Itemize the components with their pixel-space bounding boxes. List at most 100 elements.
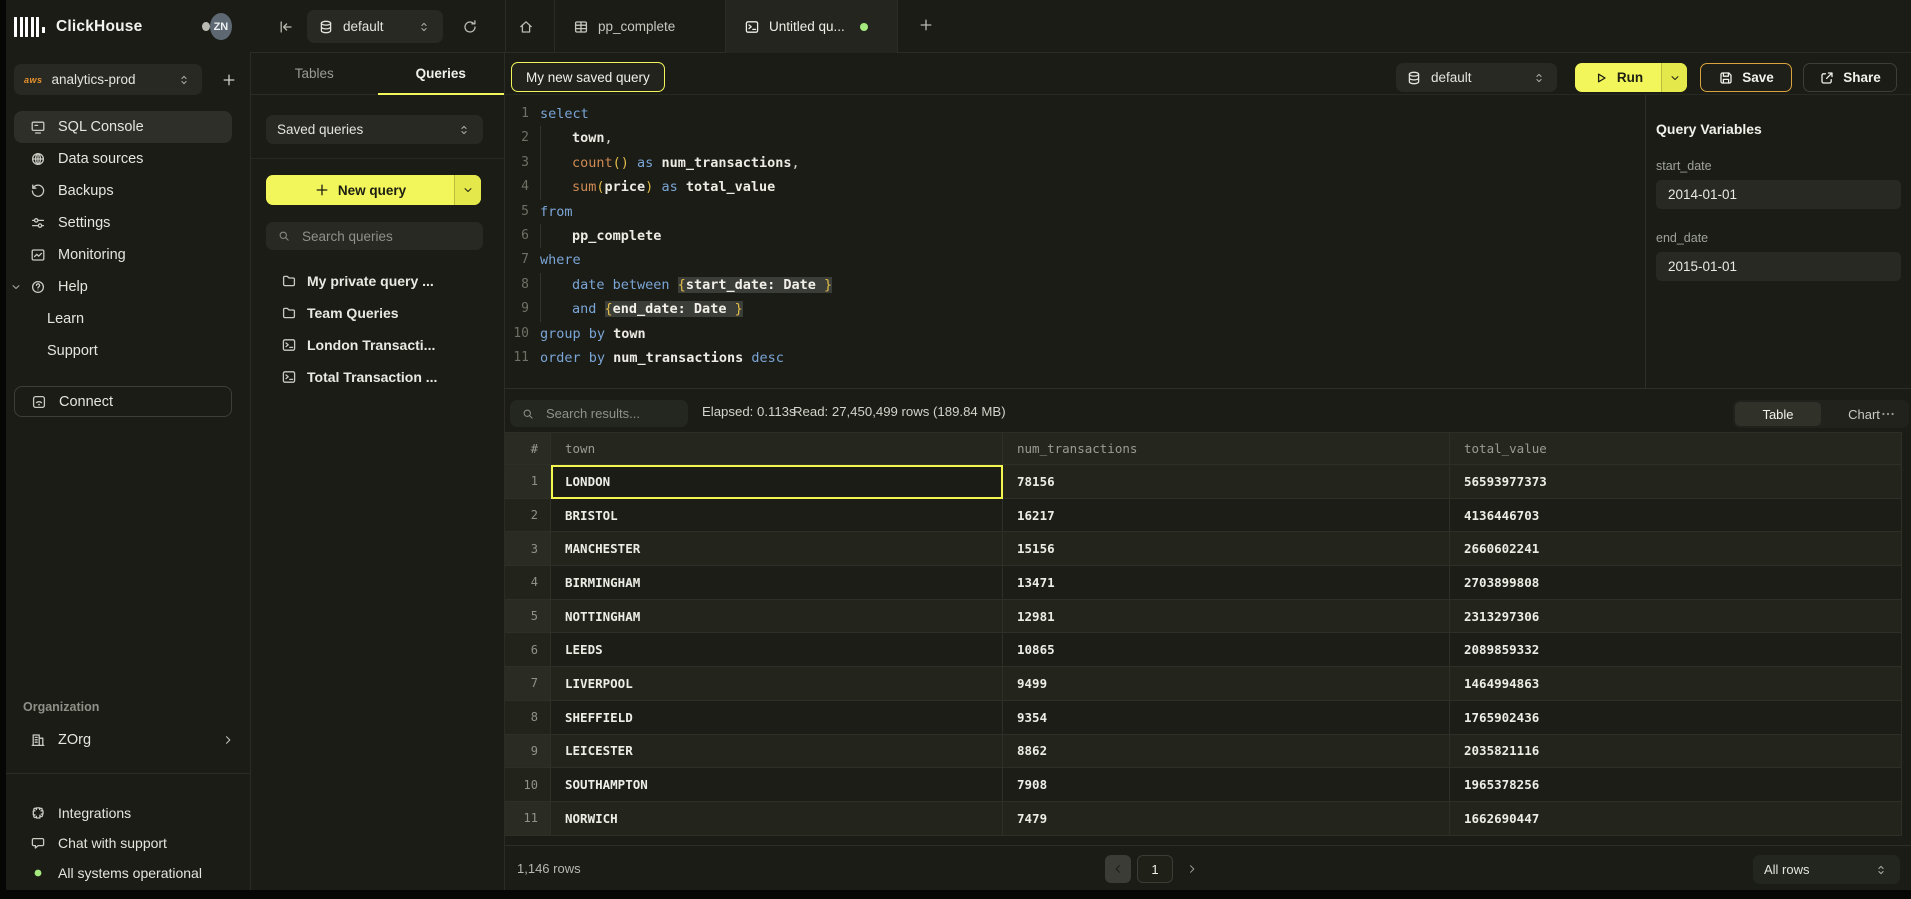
new-query-button[interactable]: New query (266, 175, 481, 205)
table-view-button[interactable]: Table (1735, 402, 1821, 426)
page-size-selector[interactable]: All rows (1753, 855, 1900, 884)
refresh-button[interactable] (456, 13, 484, 41)
column-header-total-value[interactable]: total_value (1450, 433, 1902, 465)
previous-page-button[interactable] (1105, 855, 1131, 883)
cell-town[interactable]: BIRMINGHAM (551, 566, 1003, 600)
cell-total-value[interactable]: 2035821116 (1450, 735, 1902, 769)
add-service-button[interactable] (216, 66, 242, 94)
tab-queries[interactable]: Queries (378, 53, 505, 94)
cell-total-value[interactable]: 56593977373 (1450, 465, 1902, 499)
chevron-down-icon (460, 182, 476, 198)
collapse-sidebar-button[interactable] (272, 13, 300, 41)
cell-num-transactions[interactable]: 12981 (1003, 600, 1450, 634)
cell-town[interactable]: MANCHESTER (551, 532, 1003, 566)
cell-num-transactions[interactable]: 7908 (1003, 768, 1450, 802)
sidebar-item-all-systems-operational[interactable]: All systems operational (14, 858, 232, 888)
cell-total-value[interactable]: 1765902436 (1450, 701, 1902, 735)
sidebar-item-help[interactable]: Help (14, 271, 232, 303)
sidebar-item-monitoring[interactable]: Monitoring (14, 239, 232, 271)
line-number: 1 (505, 102, 529, 126)
cell-total-value[interactable]: 4136446703 (1450, 499, 1902, 533)
saved-query-item-label: My private query ... (307, 273, 434, 289)
cell-town[interactable]: NOTTINGHAM (551, 600, 1003, 634)
cell-num-transactions[interactable]: 15156 (1003, 532, 1450, 566)
column-header-town[interactable]: town (551, 433, 1003, 465)
table-row: 1LONDON7815656593977373 (505, 465, 1902, 499)
code-line-3: 3count() as num_transactions, (505, 151, 1645, 175)
cell-num-transactions[interactable]: 9354 (1003, 701, 1450, 735)
cell-num-transactions[interactable]: 16217 (1003, 499, 1450, 533)
cell-total-value[interactable]: 2703899808 (1450, 566, 1902, 600)
new-query-dropdown-button[interactable] (454, 175, 481, 205)
tab-pp-complete[interactable]: pp_complete (554, 0, 726, 53)
service-selector[interactable]: aws analytics-prod (14, 64, 202, 95)
saved-queries-selector[interactable]: Saved queries (266, 115, 483, 144)
cell-total-value[interactable]: 2313297306 (1450, 600, 1902, 634)
cell-town[interactable]: LONDON (551, 465, 1003, 499)
cell-total-value[interactable]: 1965378256 (1450, 768, 1902, 802)
tab-tables[interactable]: Tables (251, 53, 378, 94)
saved-query-item-team-queries[interactable]: Team Queries (251, 297, 504, 329)
share-button[interactable]: Share (1803, 63, 1897, 92)
share-label: Share (1843, 70, 1881, 85)
home-icon (518, 19, 534, 35)
tab-label: pp_complete (598, 19, 675, 34)
sidebar-item-backups[interactable]: Backups (14, 175, 232, 207)
main-area: My new saved query default Run Save (505, 53, 1911, 890)
cell-town[interactable]: SOUTHAMPTON (551, 768, 1003, 802)
more-options-button[interactable] (1877, 403, 1899, 425)
sidebar-item-support[interactable]: Support (14, 335, 232, 367)
cell-total-value[interactable]: 1662690447 (1450, 802, 1902, 836)
cell-total-value[interactable]: 1464994863 (1450, 667, 1902, 701)
sql-editor[interactable]: 1select2town,3count() as num_transaction… (505, 95, 1645, 388)
start-date-field[interactable] (1656, 180, 1901, 209)
connect-button[interactable]: Connect (14, 386, 232, 417)
cell-num-transactions[interactable]: 13471 (1003, 566, 1450, 600)
saved-query-item-total-transaction[interactable]: Total Transaction ... (251, 361, 504, 393)
cell-total-value[interactable]: 2089859332 (1450, 633, 1902, 667)
cell-num-transactions[interactable]: 78156 (1003, 465, 1450, 499)
column-header-index[interactable]: # (505, 433, 551, 465)
sidebar-item-zorg[interactable]: ZOrg (14, 724, 248, 756)
tab-untitled-qu[interactable]: Untitled qu... (726, 0, 898, 53)
cell-town[interactable]: LIVERPOOL (551, 667, 1003, 701)
cell-total-value[interactable]: 2660602241 (1450, 532, 1902, 566)
line-number: 5 (505, 200, 529, 224)
sidebar-item-sql-console[interactable]: SQL Console (14, 111, 232, 143)
database-selector-top[interactable]: default (307, 10, 443, 43)
sidebar-item-chat-with-support[interactable]: Chat with support (14, 828, 232, 858)
cell-town[interactable]: BRISTOL (551, 499, 1003, 533)
cell-num-transactions[interactable]: 9499 (1003, 667, 1450, 701)
page-number[interactable]: 1 (1137, 855, 1173, 883)
table-icon (573, 19, 589, 35)
chartwave-icon (30, 247, 46, 263)
cell-num-transactions[interactable]: 10865 (1003, 633, 1450, 667)
saved-query-item-my-private-query[interactable]: My private query ... (251, 265, 504, 297)
home-button[interactable] (512, 13, 540, 41)
database-selector-run[interactable]: default (1396, 63, 1557, 92)
query-search-input[interactable] (300, 228, 473, 245)
results-search-input[interactable] (544, 405, 678, 422)
cell-town[interactable]: SHEFFIELD (551, 701, 1003, 735)
new-tab-button[interactable] (914, 13, 938, 37)
run-button[interactable]: Run (1575, 63, 1687, 92)
cell-town[interactable]: LEEDS (551, 633, 1003, 667)
saved-query-item-london-transacti[interactable]: London Transacti... (251, 329, 504, 361)
cell-town[interactable]: LEICESTER (551, 735, 1003, 769)
sidebar-item-settings[interactable]: Settings (14, 207, 232, 239)
next-page-button[interactable] (1179, 855, 1205, 883)
cell-num-transactions[interactable]: 7479 (1003, 802, 1450, 836)
save-button[interactable]: Save (1700, 63, 1792, 92)
sidebar-item-learn[interactable]: Learn (14, 303, 232, 335)
user-avatar[interactable]: ZN (210, 13, 232, 40)
cell-num-transactions[interactable]: 8862 (1003, 735, 1450, 769)
building-icon (30, 732, 46, 748)
run-options-button[interactable] (1661, 63, 1687, 92)
cell-town[interactable]: NORWICH (551, 802, 1003, 836)
saved-query-tab[interactable]: My new saved query (511, 62, 665, 92)
search-icon (520, 406, 536, 422)
column-header-num-transactions[interactable]: num_transactions (1003, 433, 1450, 465)
sidebar-item-data-sources[interactable]: Data sources (14, 143, 232, 175)
sidebar-item-integrations[interactable]: Integrations (14, 798, 232, 828)
end-date-field[interactable] (1656, 252, 1901, 281)
